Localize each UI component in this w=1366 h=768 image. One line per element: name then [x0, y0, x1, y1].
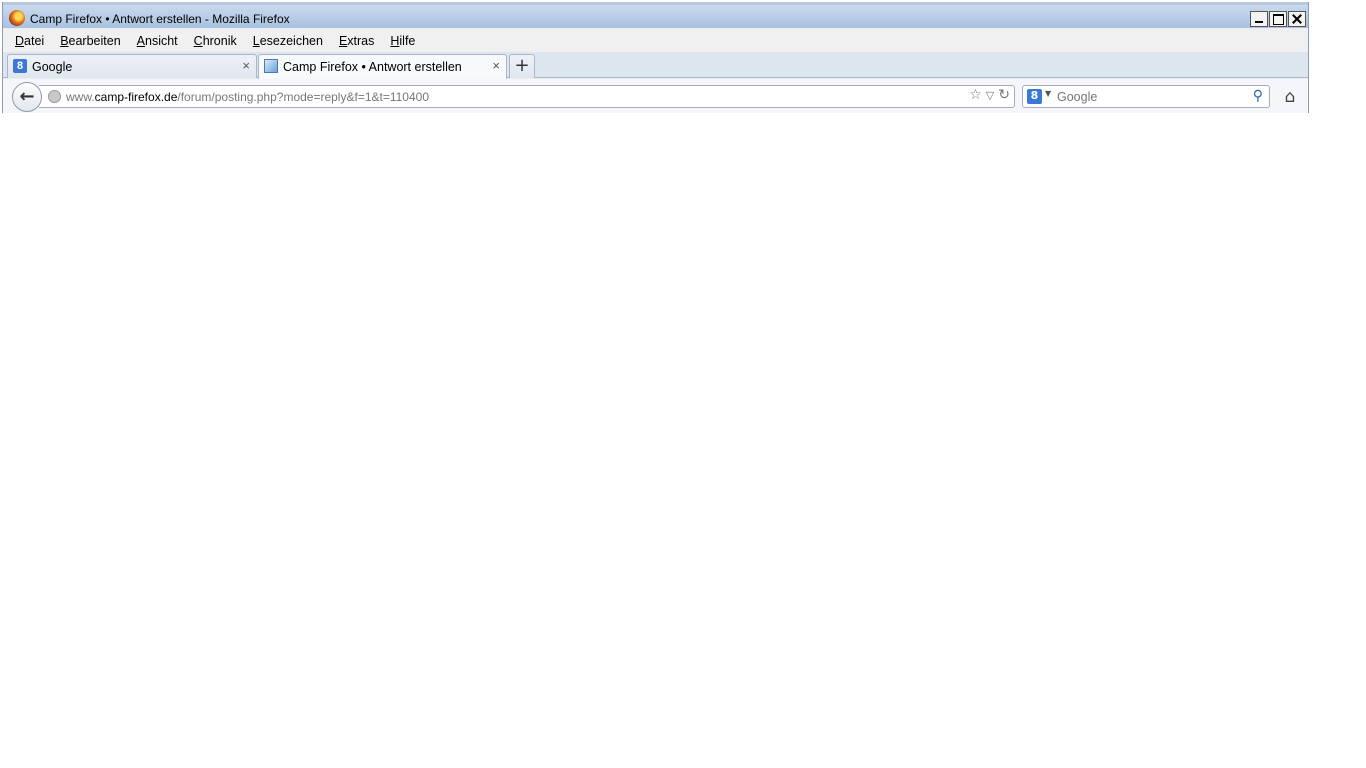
site-identity-icon[interactable]: [48, 90, 61, 103]
url-text[interactable]: www.camp-firefox.de/forum/posting.php?mo…: [66, 90, 429, 104]
navigation-bar: www.camp-firefox.de/forum/posting.php?mo…: [3, 79, 1308, 113]
menu-chronik[interactable]: Chronik: [194, 34, 237, 48]
menu-hilfe[interactable]: Hilfe: [390, 34, 415, 48]
search-input[interactable]: [1057, 89, 1237, 104]
menu-datei[interactable]: Datei: [15, 34, 44, 48]
maximize-button[interactable]: [1269, 11, 1287, 27]
engine-dropdown-icon[interactable]: ▼: [1045, 89, 1051, 98]
window-title: Camp Firefox • Antwort erstellen - Mozil…: [30, 12, 290, 26]
bookmark-star-icon[interactable]: ☆: [969, 87, 982, 103]
tab-bar: 8 Google × Camp Firefox • Antwort erstel…: [3, 52, 1308, 79]
menu-lesezeichen[interactable]: Lesezeichen: [253, 34, 323, 48]
tab-camp-firefox[interactable]: Camp Firefox • Antwort erstellen ×: [258, 54, 507, 79]
home-button[interactable]: ⌂: [1280, 88, 1300, 106]
reload-icon[interactable]: ↻: [998, 87, 1010, 103]
url-actions: ☆ ▽ ↻: [965, 87, 1010, 103]
menu-bar: Datei Bearbeiten Ansicht Chronik Lesezei…: [3, 29, 1308, 52]
search-go-icon[interactable]: ⚲: [1253, 88, 1263, 104]
history-dropdown-icon[interactable]: ▽: [986, 89, 994, 102]
window-controls: [1249, 11, 1306, 27]
menu-ansicht[interactable]: Ansicht: [137, 34, 178, 48]
back-button[interactable]: ←: [12, 82, 42, 112]
search-engine-icon[interactable]: 8: [1027, 89, 1042, 104]
tab-label: Google: [32, 60, 73, 74]
google-g-icon: 8: [13, 59, 27, 73]
firefox-logo-icon: [9, 10, 25, 26]
search-bar: 8 ▼ ⚲: [1022, 85, 1270, 108]
camp-firefox-icon: [264, 59, 278, 73]
close-window-button[interactable]: [1288, 11, 1306, 27]
close-tab-icon[interactable]: ×: [242, 58, 250, 73]
tab-google[interactable]: 8 Google ×: [7, 54, 257, 78]
menu-extras[interactable]: Extras: [339, 34, 374, 48]
title-bar: Camp Firefox • Antwort erstellen - Mozil…: [3, 2, 1308, 28]
menu-bearbeiten[interactable]: Bearbeiten: [60, 34, 120, 48]
new-tab-button[interactable]: +: [509, 54, 535, 78]
minimize-button[interactable]: [1250, 11, 1268, 27]
url-bar[interactable]: www.camp-firefox.de/forum/posting.php?mo…: [39, 85, 1015, 108]
close-tab-icon[interactable]: ×: [492, 58, 500, 73]
tab-label: Camp Firefox • Antwort erstellen: [283, 60, 462, 74]
browser-window: Camp Firefox • Antwort erstellen - Mozil…: [2, 2, 1309, 113]
